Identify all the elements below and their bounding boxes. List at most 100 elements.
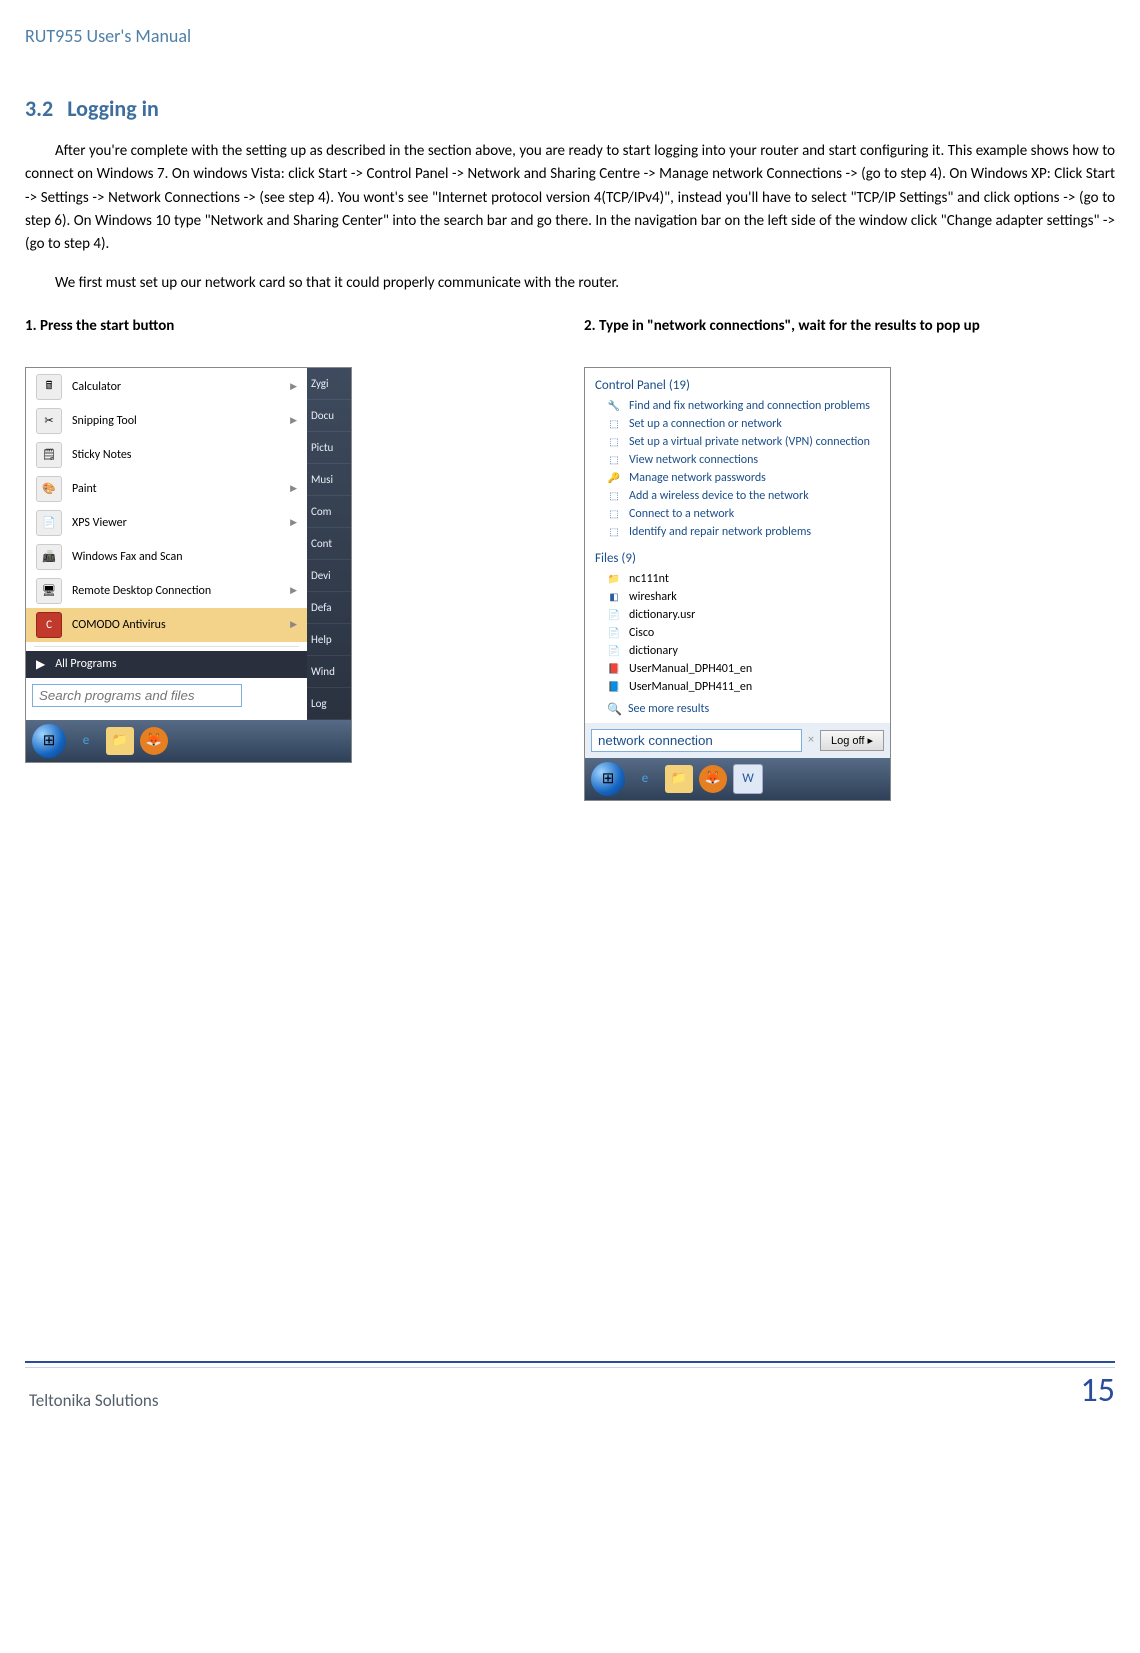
result-label: UserManual_DPH411_en [629,680,752,694]
palette-icon: 🎨 [36,476,62,502]
start-item-label: Paint [72,482,97,496]
result-item[interactable]: ⬚ View network connections [585,451,890,469]
monitor-icon: 🖥 [36,578,62,604]
windows-icon: ⊞ [43,731,56,750]
ie-icon[interactable]: e [72,727,100,755]
doc-header: RUT955 User's Manual [25,25,1115,47]
start-item-rdc[interactable]: 🖥Remote Desktop Connection▶ [26,574,307,608]
section-title-text: Logging in [67,95,159,122]
start-right-item[interactable]: Com [307,496,351,528]
result-item[interactable]: ⬚ Set up a virtual private network (VPN) … [585,433,890,451]
result-item[interactable]: 📄dictionary [585,642,890,660]
result-label: Manage network passwords [629,471,766,485]
result-item[interactable]: 🔧Find and fix networking and connection … [585,397,890,415]
start-right-item[interactable]: Musi [307,464,351,496]
start-button[interactable]: ⊞ [591,762,625,796]
explorer-icon[interactable]: 📁 [665,765,693,793]
taskbar: ⊞ e 📁 🦊 [26,720,351,762]
search-input[interactable] [32,684,242,707]
result-item[interactable]: 🔑 Manage network passwords [585,469,890,487]
start-item-sticky[interactable]: 🗒Sticky Notes [26,438,307,472]
result-label: dictionary.usr [629,608,695,622]
result-item[interactable]: ⬚Identify and repair network problems [585,523,890,541]
start-item-label: XPS Viewer [72,516,127,530]
separator [34,646,299,647]
firefox-icon[interactable]: 🦊 [140,727,168,755]
chevron-right-icon: ▶ [290,619,297,630]
start-right-item[interactable]: Cont [307,528,351,560]
start-item-fax[interactable]: 📠Windows Fax and Scan [26,540,307,574]
start-item-comodo[interactable]: CCOMODO Antivirus▶ [26,608,307,642]
result-label: nc111nt [629,572,669,586]
start-right-item[interactable]: Devi [307,560,351,592]
see-more-results[interactable]: 🔍See more results [585,696,890,723]
network-icon: ⬚ [607,489,621,503]
result-item[interactable]: 📕 UserManual_DPH401_en [585,660,890,678]
see-more-label: See more results [628,702,709,716]
start-item-calculator[interactable]: 🖩Calculator▶ [26,370,307,404]
key-icon: 🔑 [607,471,621,485]
result-label: UserManual_DPH401_en [629,662,752,676]
result-item[interactable]: 📁nc111nt [585,570,890,588]
start-item-label: COMODO Antivirus [72,618,166,632]
network-icon: ⬚ [607,435,621,449]
start-item-label: Windows Fax and Scan [72,550,183,564]
result-item[interactable]: ⬚Add a wireless device to the network [585,487,890,505]
screenshot-search-results: Control Panel (19) 🔧Find and fix network… [584,367,891,801]
explorer-icon[interactable]: 📁 [106,727,134,755]
result-label: Set up a virtual private network (VPN) c… [629,435,870,449]
logoff-button[interactable]: Log off ▸ [820,730,884,751]
start-right-item[interactable]: Log [307,688,351,720]
all-programs[interactable]: ▶All Programs [26,651,307,678]
start-right-item[interactable]: Wind [307,656,351,688]
result-label: wireshark [629,590,677,604]
start-button[interactable]: ⊞ [32,724,66,758]
calculator-icon: 🖩 [36,374,62,400]
result-label: Cisco [629,626,654,640]
start-right-column: Zygi Docu Pictu Musi Com Cont Devi Defa … [307,368,351,720]
start-item-label: Snipping Tool [72,414,137,428]
search-box[interactable] [32,684,301,707]
start-item-label: Calculator [72,380,121,394]
start-right-item[interactable]: Defa [307,592,351,624]
start-item-paint[interactable]: 🎨Paint▶ [26,472,307,506]
taskbar: ⊞ e 📁 🦊 W [585,758,890,800]
note-icon: 🗒 [36,442,62,468]
search-input[interactable] [591,729,802,752]
file-icon: 📄 [607,608,621,622]
chevron-right-icon: ▶ [290,517,297,528]
pdf-icon: 📕 [607,662,621,676]
network-icon: ⬚ [607,417,621,431]
app-icon: ◧ [607,590,621,604]
document-icon: 📄 [36,510,62,536]
start-right-item[interactable]: Help [307,624,351,656]
page-number: 15 [1081,1370,1115,1411]
result-item[interactable]: ⬚Set up a connection or network [585,415,890,433]
result-item[interactable]: ◧ wireshark [585,588,890,606]
ie-icon[interactable]: e [631,765,659,793]
result-item[interactable]: 📄 dictionary.usr [585,606,890,624]
result-label: Connect to a network [629,507,734,521]
network-icon: ⬚ [607,453,621,467]
results-heading-control-panel: Control Panel (19) [585,368,890,397]
start-right-item[interactable]: Zygi [307,368,351,400]
chevron-right-icon: ▶ [290,415,297,426]
start-item-xps[interactable]: 📄 XPS Viewer ▶ [26,506,307,540]
chevron-right-icon: ▶ [290,585,297,596]
result-item[interactable]: 📘UserManual_DPH411_en [585,678,890,696]
result-item[interactable]: 📄Cisco [585,624,890,642]
result-item[interactable]: ⬚ Connect to a network [585,505,890,523]
word-icon[interactable]: W [733,764,763,794]
chevron-right-icon: ▶ [36,657,45,672]
clear-icon[interactable]: × [808,733,814,747]
wrench-icon: 🔧 [607,399,621,413]
section-heading: 3.2Logging in [25,95,1115,122]
start-right-item[interactable]: Pictu [307,432,351,464]
start-right-item[interactable]: Docu [307,400,351,432]
result-label: View network connections [629,453,758,467]
start-item-snipping[interactable]: ✂Snipping Tool▶ [26,404,307,438]
screenshot-start-menu: 🖩Calculator▶ ✂Snipping Tool▶ 🗒Sticky Not… [25,367,352,763]
firefox-icon[interactable]: 🦊 [699,765,727,793]
network-icon: ⬚ [607,507,621,521]
result-label: dictionary [629,644,678,658]
